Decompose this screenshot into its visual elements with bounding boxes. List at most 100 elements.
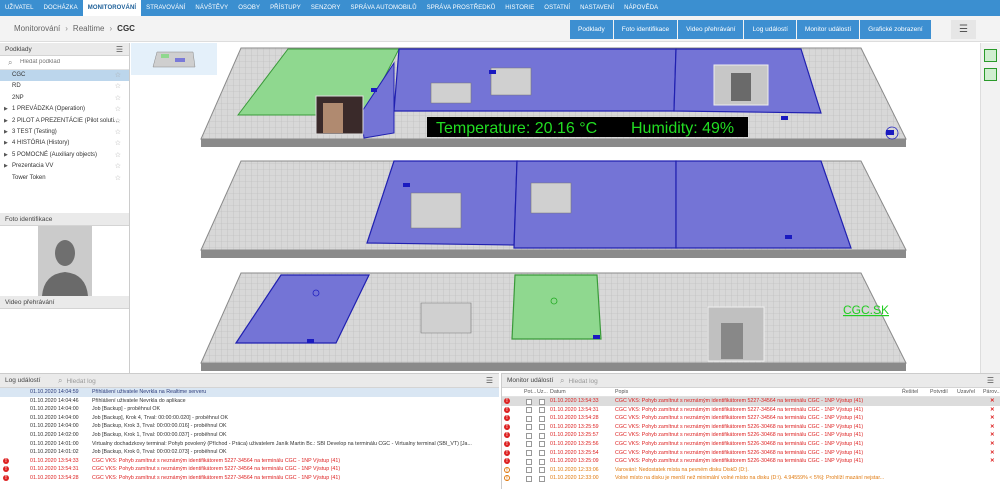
tree-item[interactable]: ▶ Prezentacia VV ☆: [0, 161, 129, 172]
camera-icon[interactable]: [307, 339, 314, 343]
confirm-checkbox[interactable]: [526, 424, 532, 431]
nav-item[interactable]: DOCHÁZKA: [39, 0, 83, 16]
nav-item[interactable]: UŽIVATEL: [0, 0, 39, 16]
col-popis[interactable]: Popis: [615, 388, 628, 397]
confirm-checkbox[interactable]: [526, 398, 532, 405]
nav-item[interactable]: SPRÁVA PROSTŘEDKŮ: [422, 0, 501, 16]
tree-item[interactable]: ▶ 1 PREVÁDZKA (Operation) ☆: [0, 104, 129, 115]
close-checkbox[interactable]: [539, 475, 545, 482]
monitor-row[interactable]: ! 01.10.2020 13:54:31 CGC VKS: Pohyb zamít…: [502, 406, 1000, 415]
expand-arrow-icon[interactable]: ▶: [4, 116, 8, 127]
confirm-checkbox[interactable]: [526, 458, 532, 465]
col-uz[interactable]: Uz...: [537, 388, 548, 397]
monitor-row[interactable]: ! 01.10.2020 12:33:00 Volné místo na disku…: [502, 474, 1000, 483]
panel-toggle-button[interactable]: Grafické zobrazení: [860, 20, 931, 39]
tree-item[interactable]: RD ☆: [0, 81, 129, 92]
confirm-checkbox[interactable]: [526, 475, 532, 482]
favorite-star-icon[interactable]: ☆: [115, 161, 121, 172]
log-row[interactable]: 01.10.2020 14:04:00 Job [Backup] - proběh…: [0, 405, 499, 414]
tree-item[interactable]: 2NP ☆: [0, 93, 129, 104]
confirm-checkbox[interactable]: [526, 450, 532, 457]
blue-zone[interactable]: [675, 160, 852, 249]
confirm-checkbox[interactable]: [526, 467, 532, 474]
log-row[interactable]: 01.10.2020 14:04:00 Job [Backup, Krok 3, …: [0, 422, 499, 431]
col-parov[interactable]: Párov...: [983, 388, 1000, 397]
monitor-search[interactable]: ⌕ Hledat log: [560, 374, 598, 389]
expand-arrow-icon[interactable]: ▶: [4, 104, 8, 115]
camera-icon[interactable]: [403, 183, 410, 187]
col-potvrdil[interactable]: Potvrdil: [930, 388, 948, 397]
confirm-checkbox[interactable]: [526, 441, 532, 448]
col-resitel[interactable]: Řešitel: [902, 388, 918, 397]
favorite-star-icon[interactable]: ☆: [115, 150, 121, 161]
nav-item[interactable]: OSOBY: [233, 0, 265, 16]
close-checkbox[interactable]: [539, 450, 545, 457]
favorite-star-icon[interactable]: ☆: [115, 138, 121, 149]
log-row[interactable]: 01.10.2020 14:01:00 Virtualny dochadzkovy…: [0, 440, 499, 449]
log-row[interactable]: 01.10.2020 14:02:00 Job [Backup, Krok 1, …: [0, 431, 499, 440]
confirm-checkbox[interactable]: [526, 432, 532, 439]
close-checkbox[interactable]: [539, 415, 545, 422]
confirm-checkbox[interactable]: [526, 407, 532, 414]
floor-plan-view[interactable]: Temperature: 20.16 °C Humidity: 49% CGC.…: [131, 43, 978, 373]
close-checkbox[interactable]: [539, 441, 545, 448]
monitor-row[interactable]: ! 01.10.2020 12:33:06 Varování: Nedostatek…: [502, 466, 1000, 475]
nav-item[interactable]: NASTAVENÍ: [575, 0, 619, 16]
minimap-thumbnail[interactable]: [131, 43, 217, 75]
monitor-row[interactable]: ! 01.10.2020 13:25:56 CGC VKS: Pohyb zamít…: [502, 440, 1000, 449]
log-row[interactable]: ! 01.10.2020 13:54:33 CGC VKS: Pohyb zamít…: [0, 457, 499, 466]
panel-toggle-button[interactable]: Monitor událostí: [796, 20, 860, 39]
nav-item[interactable]: NÁPOVĚDA: [619, 0, 663, 16]
panel-toggle-button[interactable]: Podklady: [570, 20, 613, 39]
monitor-row[interactable]: ! 01.10.2020 13:54:28 CGC VKS: Pohyb zamít…: [502, 414, 1000, 423]
panel-toggle-button[interactable]: Video přehrávání: [678, 20, 744, 39]
tree-item[interactable]: ▶ 2 PILOT A PREZENTÁCIE (Pilot soluti... ☆: [0, 116, 129, 127]
favorite-star-icon[interactable]: ☆: [115, 116, 121, 127]
nav-item[interactable]: MONITOROVÁNÍ: [82, 0, 142, 16]
monitor-row[interactable]: ! 01.10.2020 13:25:54 CGC VKS: Pohyb zamít…: [502, 449, 1000, 458]
camera-icon[interactable]: [785, 235, 792, 239]
tree-item[interactable]: ▶ 5 POMOCNÉ (Auxiliary objects) ☆: [0, 150, 129, 161]
log-row[interactable]: 01.10.2020 14:04:46 Přihlášení uživatele …: [0, 397, 499, 406]
favorite-star-icon[interactable]: ☆: [115, 127, 121, 138]
close-checkbox[interactable]: [539, 424, 545, 431]
green-zone[interactable]: [511, 274, 602, 340]
close-checkbox[interactable]: [539, 458, 545, 465]
breadcrumb-monitorovani[interactable]: Monitorování: [14, 24, 60, 33]
close-checkbox[interactable]: [539, 467, 545, 474]
log-row[interactable]: 01.10.2020 14:04:00 Job [Backup], Krok 4,…: [0, 414, 499, 423]
nav-item[interactable]: SENZORY: [306, 0, 346, 16]
podklady-search-input[interactable]: [20, 59, 120, 65]
tree-item[interactable]: CGC ☆: [0, 70, 129, 82]
nav-item[interactable]: NÁVŠTĚVY: [190, 0, 233, 16]
monitor-row[interactable]: ! 01.10.2020 13:25:09 CGC VKS: Pohyb zamít…: [502, 457, 1000, 466]
tree-item[interactable]: ▶ 3 TEST (Testing) ☆: [0, 127, 129, 138]
log-menu-icon[interactable]: ☰: [486, 374, 493, 388]
close-checkbox[interactable]: [539, 398, 545, 405]
nav-item[interactable]: STRAVOVÁNÍ: [141, 0, 190, 16]
tree-item[interactable]: ▶ 4 HISTÓRIA (History) ☆: [0, 138, 129, 149]
nav-item[interactable]: OSTATNÍ: [539, 0, 575, 16]
status-indicator-square[interactable]: [984, 49, 997, 62]
log-row[interactable]: 01.10.2020 14:04:59 Přihlášení uživatele …: [0, 388, 499, 397]
log-row[interactable]: 01.10.2020 14:01:02 Job [Backup, Krok 0, …: [0, 448, 499, 457]
favorite-star-icon[interactable]: ☆: [115, 93, 121, 104]
monitor-menu-icon[interactable]: ☰: [987, 374, 994, 388]
status-indicator-square[interactable]: [984, 68, 997, 81]
close-checkbox[interactable]: [539, 407, 545, 414]
log-row[interactable]: ! 01.10.2020 13:54:31 CGC VKS: Pohyb zamít…: [0, 465, 499, 474]
log-row[interactable]: ! 01.10.2020 13:54:28 CGC VKS: Pohyb zamít…: [0, 474, 499, 483]
favorite-star-icon[interactable]: ☆: [115, 104, 121, 115]
panel-toggle-button[interactable]: Log událostí: [744, 20, 796, 39]
camera-icon[interactable]: [593, 335, 600, 339]
monitor-row[interactable]: ! 01.10.2020 13:54:33 CGC VKS: Pohyb zamít…: [502, 397, 1000, 406]
col-uzavrel[interactable]: Uzavřel: [957, 388, 975, 397]
nav-item[interactable]: PŘÍSTUPY: [265, 0, 306, 16]
favorite-star-icon[interactable]: ☆: [115, 70, 121, 81]
favorite-star-icon[interactable]: ☆: [115, 173, 121, 184]
col-pot[interactable]: Pot...: [524, 388, 536, 397]
favorite-star-icon[interactable]: ☆: [115, 81, 121, 92]
podklady-menu-icon[interactable]: ☰: [116, 43, 123, 56]
log-search[interactable]: ⌕ Hledat log: [58, 374, 96, 389]
camera-icon[interactable]: [371, 88, 377, 92]
